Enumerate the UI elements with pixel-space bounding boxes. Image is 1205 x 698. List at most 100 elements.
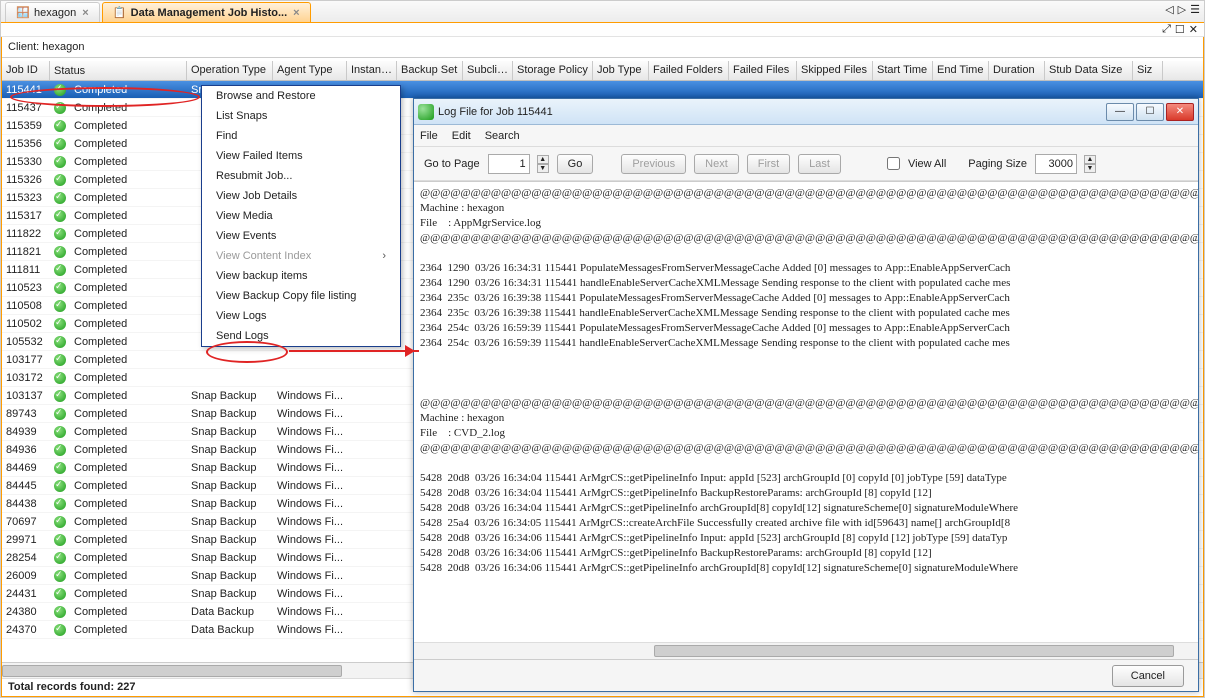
minimize-button[interactable]: — bbox=[1106, 103, 1134, 121]
close-button[interactable]: ✕ bbox=[1166, 103, 1194, 121]
check-icon bbox=[54, 138, 66, 150]
menu-item[interactable]: View Media bbox=[202, 206, 400, 226]
menu-item[interactable]: View Events bbox=[202, 226, 400, 246]
nav-menu-icon[interactable]: ☰ bbox=[1190, 3, 1200, 16]
column-header[interactable]: Failed Files bbox=[729, 61, 797, 80]
next-button[interactable]: Next bbox=[694, 154, 739, 174]
tab-label: hexagon bbox=[34, 7, 76, 19]
menu-item[interactable]: Resubmit Job... bbox=[202, 166, 400, 186]
close-icon[interactable]: × bbox=[82, 7, 88, 19]
check-icon bbox=[54, 354, 66, 366]
check-icon bbox=[54, 570, 66, 582]
client-bar: Client: hexagon bbox=[2, 37, 1203, 58]
column-header[interactable]: Subclient bbox=[463, 61, 513, 80]
column-header[interactable]: Start Time bbox=[873, 61, 933, 80]
check-icon bbox=[54, 300, 66, 312]
check-icon bbox=[54, 336, 66, 348]
menu-item[interactable]: List Snaps bbox=[202, 106, 400, 126]
annotation-arrow bbox=[289, 350, 419, 352]
column-header[interactable]: Stub Data Size bbox=[1045, 61, 1133, 80]
column-header[interactable]: Backup Set bbox=[397, 61, 463, 80]
menu-edit[interactable]: Edit bbox=[452, 130, 471, 142]
maximize-button[interactable]: ☐ bbox=[1136, 103, 1164, 121]
nav-left-icon[interactable]: ◁ bbox=[1165, 3, 1173, 16]
column-header[interactable]: End Time bbox=[933, 61, 989, 80]
column-header[interactable]: Siz bbox=[1133, 61, 1163, 80]
paging-spinner[interactable]: ▲▼ bbox=[1084, 155, 1096, 173]
check-icon bbox=[54, 246, 66, 258]
check-icon bbox=[54, 480, 66, 492]
context-menu: Browse and RestoreList SnapsFindView Fai… bbox=[201, 85, 401, 347]
column-header[interactable]: Storage Policy bbox=[513, 61, 593, 80]
menu-item[interactable]: View Job Details bbox=[202, 186, 400, 206]
menu-item[interactable]: Browse and Restore bbox=[202, 86, 400, 106]
column-header[interactable]: Failed Folders bbox=[649, 61, 729, 80]
menu-search[interactable]: Search bbox=[485, 130, 520, 142]
goto-page-label: Go to Page bbox=[424, 158, 480, 170]
first-button[interactable]: First bbox=[747, 154, 790, 174]
check-icon bbox=[54, 552, 66, 564]
title-bar[interactable]: Log File for Job 115441 — ☐ ✕ bbox=[414, 99, 1198, 125]
check-icon bbox=[54, 516, 66, 528]
menu-item[interactable]: View Failed Items bbox=[202, 146, 400, 166]
check-icon bbox=[54, 444, 66, 456]
check-icon bbox=[54, 228, 66, 240]
nav-right-icon[interactable]: ▷ bbox=[1178, 3, 1186, 16]
check-icon bbox=[54, 372, 66, 384]
mini-toolbar: ⤢ ☐ ✕ bbox=[1, 23, 1204, 37]
check-icon bbox=[54, 390, 66, 402]
tab-nav: ◁ ▷ ☰ bbox=[1165, 3, 1200, 16]
button-bar: Cancel bbox=[414, 659, 1198, 691]
check-icon bbox=[54, 120, 66, 132]
cancel-button[interactable]: Cancel bbox=[1112, 665, 1184, 687]
scroll-thumb[interactable] bbox=[654, 645, 1174, 657]
window-title: Log File for Job 115441 bbox=[438, 106, 1106, 118]
tab-job-history[interactable]: 📋 Data Management Job Histo... × bbox=[102, 2, 311, 22]
log-horizontal-scrollbar[interactable] bbox=[414, 642, 1198, 659]
log-toolbar: Go to Page ▲▼ Go Previous Next First Las… bbox=[414, 147, 1198, 181]
close-pane-icon[interactable]: ✕ bbox=[1189, 23, 1198, 36]
scroll-thumb[interactable] bbox=[2, 665, 342, 677]
column-header[interactable]: Skipped Files bbox=[797, 61, 873, 80]
column-header[interactable]: Agent Type bbox=[273, 61, 347, 80]
menu-item: View Content Index bbox=[202, 246, 400, 266]
column-header[interactable]: Status bbox=[50, 61, 187, 80]
column-header[interactable]: Job Type bbox=[593, 61, 649, 80]
column-header[interactable]: Duration bbox=[989, 61, 1045, 80]
view-all-checkbox[interactable] bbox=[887, 157, 900, 170]
menu-bar: File Edit Search bbox=[414, 125, 1198, 147]
menu-item[interactable]: View Logs bbox=[202, 306, 400, 326]
history-icon: 📋 bbox=[113, 6, 127, 20]
previous-button[interactable]: Previous bbox=[621, 154, 686, 174]
menu-item[interactable]: View backup items bbox=[202, 266, 400, 286]
close-icon[interactable]: × bbox=[293, 7, 299, 19]
check-icon bbox=[54, 462, 66, 474]
go-button[interactable]: Go bbox=[557, 154, 594, 174]
check-icon bbox=[54, 606, 66, 618]
log-window: Log File for Job 115441 — ☐ ✕ File Edit … bbox=[413, 98, 1199, 692]
check-icon bbox=[54, 192, 66, 204]
check-icon bbox=[54, 84, 66, 96]
log-body[interactable]: @@@@@@@@@@@@@@@@@@@@@@@@@@@@@@@@@@@@@@@@… bbox=[414, 181, 1198, 642]
column-header[interactable]: Job ID bbox=[2, 61, 50, 80]
tab-label: Data Management Job Histo... bbox=[131, 7, 287, 19]
menu-item[interactable]: Find bbox=[202, 126, 400, 146]
table-row[interactable]: 115441CompletedSnap BackupWindows Fi... bbox=[2, 81, 1203, 99]
column-header[interactable]: Operation Type bbox=[187, 61, 273, 80]
paging-size-input[interactable] bbox=[1035, 154, 1077, 174]
last-button[interactable]: Last bbox=[798, 154, 841, 174]
page-spinner[interactable]: ▲▼ bbox=[537, 155, 549, 173]
menu-file[interactable]: File bbox=[420, 130, 438, 142]
check-icon bbox=[54, 408, 66, 420]
maximize-icon[interactable]: ☐ bbox=[1175, 23, 1185, 36]
check-icon bbox=[54, 498, 66, 510]
menu-item[interactable]: View Backup Copy file listing bbox=[202, 286, 400, 306]
menu-item[interactable]: Send Logs bbox=[202, 326, 400, 346]
check-icon bbox=[54, 174, 66, 186]
page-input[interactable] bbox=[488, 154, 530, 174]
paging-size-label: Paging Size bbox=[968, 158, 1027, 170]
column-header[interactable]: Instance bbox=[347, 61, 397, 80]
restore-icon[interactable]: ⤢ bbox=[1162, 23, 1171, 36]
tab-hexagon[interactable]: 🪟 hexagon × bbox=[5, 2, 100, 22]
check-icon bbox=[54, 588, 66, 600]
